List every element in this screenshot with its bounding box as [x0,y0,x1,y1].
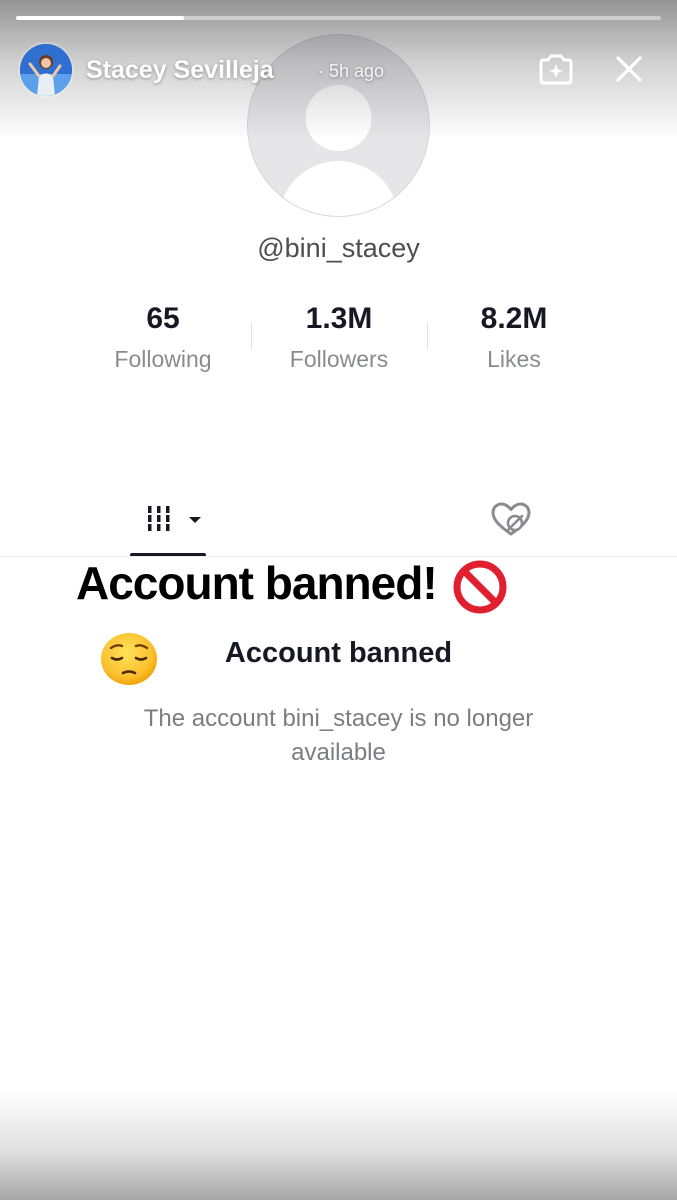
bottom-gradient [0,1090,677,1200]
camera-button[interactable] [536,52,576,88]
banned-subtitle: Account banned [224,637,453,669]
story-progress-bar [16,16,661,20]
stat-value: 8.2M [480,302,548,335]
banned-title: Account banned! [76,557,438,609]
prohibited-icon [452,559,508,615]
avatar-photo [20,44,72,96]
stat-value: 1.3M [305,302,373,335]
stat-value: 65 [146,302,180,335]
stat-label: Following [114,346,212,372]
chevron-down-icon [189,517,201,523]
profile-handle: @bini_stacey [257,233,420,263]
stat-likes[interactable]: 8.2M Likes [434,302,594,373]
tab-videos-grid[interactable] [130,498,206,556]
banned-description: The account bini_stacey is no longer ava… [143,705,534,766]
stat-label: Followers [289,346,389,372]
tab-liked[interactable] [488,500,534,540]
stat-label: Likes [487,346,541,372]
camera-sparkle-icon [539,54,573,85]
story-progress-fill [16,16,184,20]
stat-followers[interactable]: 1.3M Followers [259,302,419,373]
close-button[interactable] [614,54,644,84]
story-timestamp: · 5h ago [318,61,385,81]
stat-divider [427,322,428,350]
stat-following[interactable]: 65 Following [83,302,243,373]
stat-divider [251,322,252,350]
liked-hidden-icon [491,502,531,536]
close-icon [616,56,642,82]
story-username[interactable]: Stacey Sevilleja [86,56,274,85]
grid-icon [148,506,201,531]
story-avatar[interactable] [20,44,72,96]
story-header: Stacey Sevilleja · 5h ago [20,44,660,98]
